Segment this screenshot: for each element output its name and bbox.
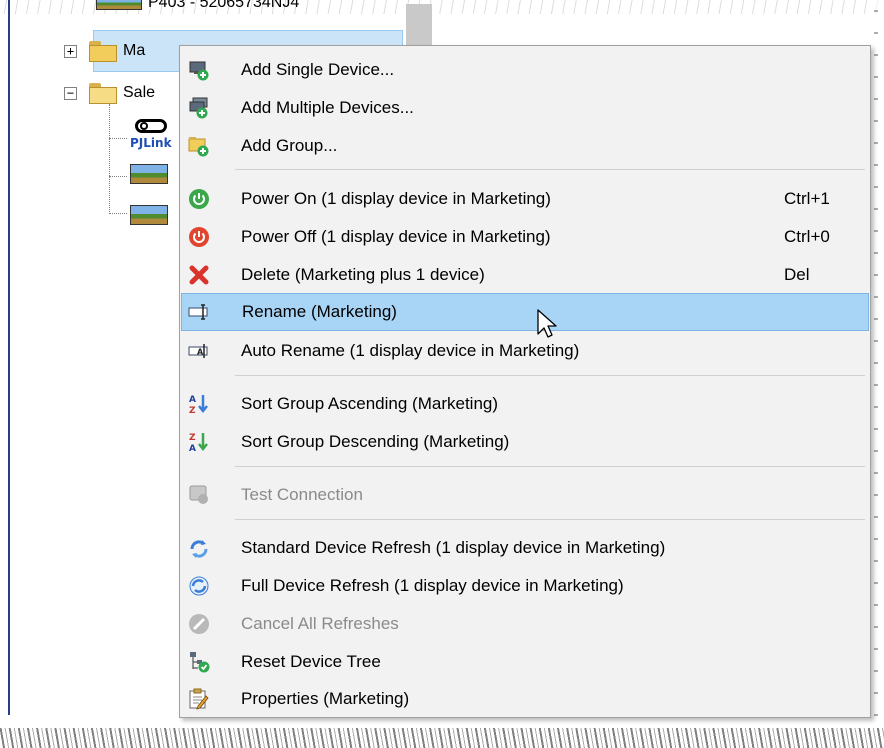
add-group-icon	[188, 137, 209, 157]
sort-ascending-icon: A Z	[189, 395, 208, 415]
menu-item-test-connection[interactable]: Test Connection	[181, 476, 869, 514]
menu-item-label: Standard Device Refresh (1 display devic…	[241, 538, 666, 557]
menu-item-label: Rename (Marketing)	[242, 302, 397, 321]
tree-item-label: P403 - 52065734NJ4	[148, 0, 300, 11]
context-menu: Add Single Device... Add Multiple Device…	[179, 45, 871, 718]
tree-item-sales[interactable]: − Sale	[64, 82, 155, 104]
svg-text:A: A	[189, 395, 196, 405]
display-thumbnail-icon	[96, 0, 142, 10]
tree-item-label: Sale	[123, 84, 156, 101]
mouse-pointer-icon	[537, 309, 557, 338]
tree-connector-line	[109, 176, 127, 177]
menu-separator	[235, 466, 865, 467]
menu-item-label: Auto Rename (1 display device in Marketi…	[241, 341, 580, 360]
menu-item-label: Add Group...	[241, 136, 338, 155]
tree-item-p403[interactable]: P403 - 52065734NJ4	[96, 0, 299, 12]
auto-rename-icon: A	[188, 344, 208, 358]
menu-item-sort-descending[interactable]: Z A Sort Group Descending (Marketing)	[181, 423, 869, 461]
menu-separator	[235, 375, 865, 376]
collapse-icon[interactable]: −	[64, 86, 77, 100]
expand-icon[interactable]: +	[64, 44, 77, 58]
tree-item-label: Ma	[123, 42, 146, 59]
menu-item-reset-tree[interactable]: Reset Device Tree	[181, 643, 869, 681]
torn-edge-bottom	[0, 728, 884, 748]
pjlink-projector-icon[interactable]: PJLink	[130, 119, 174, 155]
reset-tree-icon	[190, 652, 210, 673]
menu-item-shortcut: Del	[784, 265, 810, 284]
menu-item-label: Properties (Marketing)	[241, 689, 410, 708]
menu-item-add-multiple-devices[interactable]: Add Multiple Devices...	[181, 89, 869, 127]
power-off-icon	[189, 227, 209, 247]
pjlink-label: PJLink	[130, 136, 172, 150]
menu-item-label: Add Multiple Devices...	[241, 98, 414, 117]
menu-separator	[235, 519, 865, 520]
menu-item-label: Test Connection	[241, 485, 363, 504]
delete-icon	[189, 265, 209, 285]
add-single-device-icon	[189, 61, 209, 81]
menu-item-shortcut: Ctrl+0	[784, 227, 830, 246]
cancel-refresh-icon	[189, 614, 209, 634]
menu-item-add-group[interactable]: Add Group...	[181, 127, 869, 165]
menu-item-shortcut: Ctrl+1	[784, 189, 830, 208]
standard-refresh-icon	[190, 540, 208, 558]
properties-icon	[189, 688, 209, 710]
tree-item-marketing[interactable]: + Ma	[64, 40, 145, 62]
menu-item-power-on[interactable]: Power On (1 display device in Marketing)…	[181, 180, 869, 218]
menu-item-label: Power On (1 display device in Marketing)	[241, 189, 551, 208]
menu-item-delete[interactable]: Delete (Marketing plus 1 device) Del	[181, 256, 869, 294]
folder-icon	[89, 40, 117, 62]
display-thumbnail-icon[interactable]	[130, 164, 168, 184]
menu-item-full-refresh[interactable]: Full Device Refresh (1 display device in…	[181, 567, 869, 605]
torn-edge-right	[874, 0, 878, 728]
tree-connector-line	[109, 213, 127, 214]
svg-text:A: A	[197, 348, 204, 357]
tree-connector-line	[109, 104, 110, 214]
menu-item-auto-rename[interactable]: A Auto Rename (1 display device in Marke…	[181, 332, 869, 370]
menu-item-label: Sort Group Ascending (Marketing)	[241, 394, 499, 413]
svg-text:Z: Z	[189, 406, 196, 415]
menu-item-add-single-device[interactable]: Add Single Device...	[181, 51, 869, 89]
menu-separator	[235, 169, 865, 170]
menu-item-cancel-refreshes[interactable]: Cancel All Refreshes	[181, 605, 869, 643]
tree-connector-line	[109, 138, 127, 139]
open-folder-icon	[89, 82, 117, 104]
menu-item-rename[interactable]: Rename (Marketing)	[181, 293, 869, 331]
menu-item-properties[interactable]: Properties (Marketing)	[181, 680, 869, 718]
menu-item-label: Cancel All Refreshes	[241, 614, 399, 633]
svg-text:A: A	[189, 444, 196, 453]
menu-item-label: Reset Device Tree	[241, 652, 381, 671]
menu-item-standard-refresh[interactable]: Standard Device Refresh (1 display devic…	[181, 529, 869, 567]
menu-item-label: Power Off (1 display device in Marketing…	[241, 227, 551, 246]
menu-item-power-off[interactable]: Power Off (1 display device in Marketing…	[181, 218, 869, 256]
power-on-icon	[189, 189, 209, 209]
display-thumbnail-icon[interactable]	[130, 205, 168, 225]
sort-descending-icon: Z A	[189, 433, 208, 453]
menu-item-label: Full Device Refresh (1 display device in…	[241, 576, 624, 595]
svg-text:Z: Z	[189, 433, 196, 443]
add-multiple-devices-icon	[189, 97, 208, 119]
test-connection-icon	[189, 485, 208, 504]
full-refresh-icon	[189, 576, 209, 596]
menu-item-label: Add Single Device...	[241, 60, 395, 79]
rename-icon	[188, 304, 208, 320]
menu-item-label: Delete (Marketing plus 1 device)	[241, 265, 485, 284]
menu-item-sort-ascending[interactable]: A Z Sort Group Ascending (Marketing)	[181, 385, 869, 423]
menu-item-label: Sort Group Descending (Marketing)	[241, 432, 510, 451]
window-left-border	[8, 0, 10, 715]
